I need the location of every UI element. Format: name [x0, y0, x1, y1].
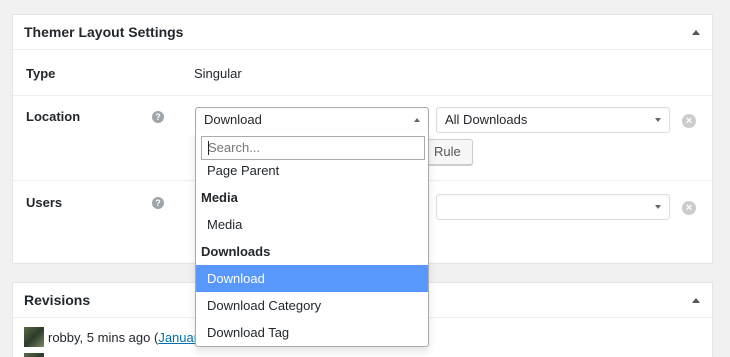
- users-rule-select[interactable]: [436, 194, 670, 220]
- dropdown-option[interactable]: Download Tag: [196, 319, 428, 346]
- location-rule-select-value: Download: [204, 112, 262, 127]
- help-icon[interactable]: ?: [152, 197, 164, 209]
- location-label: Location: [26, 109, 81, 124]
- revision-entry: robby, 5 mins ago ( January: [24, 327, 205, 347]
- location-dropdown: Search... Page Parent Media Media Downlo…: [195, 131, 429, 347]
- type-row: Type Singular: [13, 51, 712, 96]
- dropdown-option[interactable]: Page Parent: [196, 157, 428, 184]
- add-rule-button-label: Rule: [434, 144, 461, 159]
- remove-rule-icon[interactable]: ×: [682, 114, 696, 128]
- dropdown-option[interactable]: Media: [196, 211, 428, 238]
- search-placeholder: Search...: [208, 140, 261, 155]
- collapse-toggle-icon[interactable]: [692, 29, 700, 35]
- dropdown-group-label: Media: [201, 190, 238, 205]
- location-value-select[interactable]: All Downloads: [436, 107, 670, 133]
- panel-header[interactable]: Themer Layout Settings: [13, 15, 712, 50]
- type-label: Type: [26, 66, 56, 81]
- chevron-up-icon: [414, 118, 420, 122]
- location-value-select-value: All Downloads: [445, 112, 528, 127]
- panel-title: Revisions: [24, 292, 91, 308]
- type-value: Singular: [194, 66, 242, 81]
- chevron-down-icon: [655, 118, 661, 122]
- remove-rule-icon[interactable]: ×: [682, 201, 696, 215]
- panel-title: Themer Layout Settings: [24, 24, 184, 40]
- revision-author: robby, 5 mins ago (: [48, 329, 159, 345]
- avatar: [24, 353, 44, 357]
- dropdown-option[interactable]: Download Category: [196, 292, 428, 319]
- users-label: Users: [26, 195, 63, 210]
- text-cursor: [208, 141, 209, 155]
- avatar: [24, 327, 44, 347]
- location-rule-select[interactable]: Download: [195, 107, 429, 133]
- revision-entry: [24, 353, 48, 357]
- collapse-toggle-icon[interactable]: [692, 297, 700, 303]
- help-icon[interactable]: ?: [152, 111, 164, 123]
- dropdown-group-label: Downloads: [201, 244, 271, 259]
- dropdown-option-selected[interactable]: Download: [196, 265, 428, 292]
- add-rule-button[interactable]: Rule: [425, 139, 473, 165]
- chevron-down-icon: [655, 205, 661, 209]
